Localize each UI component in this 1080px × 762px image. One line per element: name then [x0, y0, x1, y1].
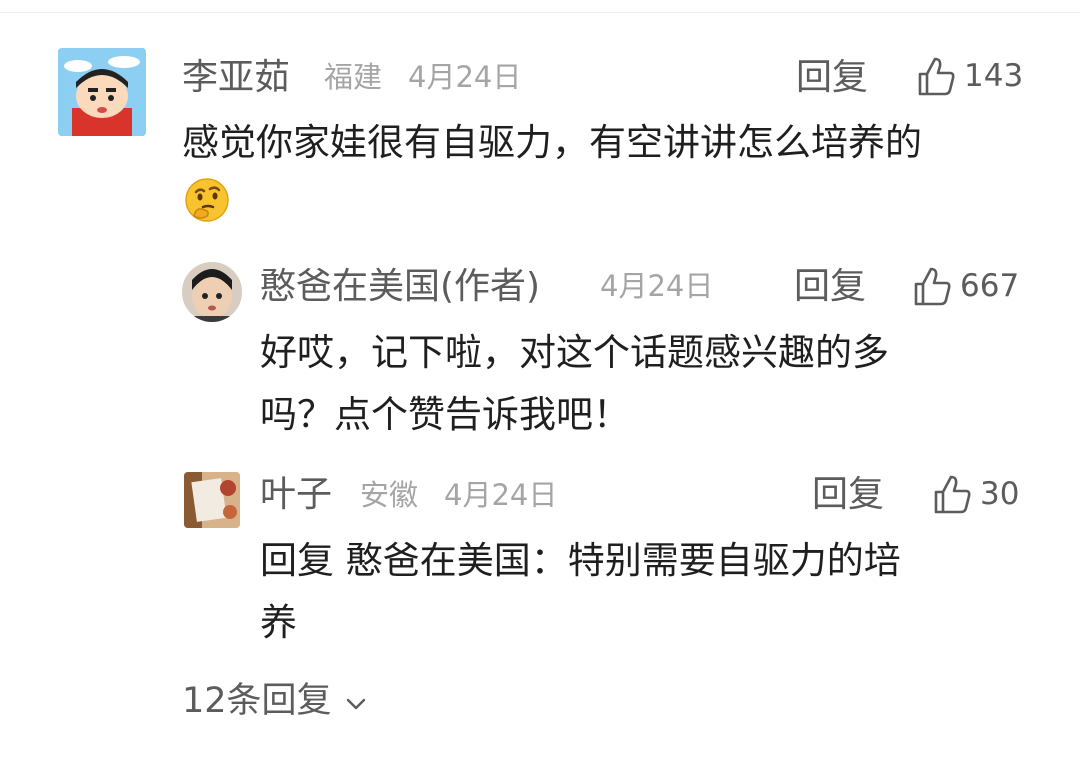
reply-username[interactable]: 憨爸在美国(作者) [260, 269, 540, 305]
reply-button[interactable]: 回复 [812, 477, 884, 513]
reply-date: 4月24日 [444, 478, 558, 512]
reply-username[interactable]: 叶子 [260, 477, 332, 513]
child-photo-avatar [182, 262, 242, 322]
reply-button[interactable]: 回复 [796, 60, 868, 96]
comment-text: 感觉你家娃很有自驱力，有空讲讲怎么培养的 [182, 121, 922, 164]
user-avatar[interactable] [58, 48, 146, 136]
top-divider [0, 0, 1080, 13]
like-button[interactable]: 143 [914, 54, 1023, 98]
author-avatar[interactable] [182, 262, 242, 322]
like-count: 30 [980, 475, 1020, 512]
like-count: 667 [960, 267, 1020, 304]
thumbs-up-icon [914, 267, 951, 306]
comment-date: 4月24日 [408, 60, 522, 94]
reply-location: 安徽 [360, 478, 419, 512]
more-replies-button[interactable]: 12条回复 [182, 684, 370, 719]
chevron-down-icon [346, 698, 365, 709]
comment-location: 福建 [324, 60, 383, 94]
more-replies-label: 12条回复 [182, 681, 332, 721]
comment-username[interactable]: 李亚茹 [182, 60, 290, 96]
cartoon-avatar-image [58, 48, 146, 136]
reply-text-line2: 吗？点个赞告诉我吧！ [260, 393, 630, 436]
like-count: 143 [964, 57, 1024, 94]
user-avatar[interactable] [184, 472, 240, 528]
like-button[interactable]: 667 [910, 264, 1019, 308]
thumbs-up-icon [918, 57, 955, 96]
reply-button[interactable]: 回复 [794, 269, 866, 305]
reply-date: 4月24日 [600, 269, 714, 303]
thumbs-up-icon [934, 475, 971, 514]
like-button[interactable]: 30 [930, 472, 1019, 516]
photo-avatar [184, 472, 240, 528]
reply-text-line1: 回复 憨爸在美国：特别需要自驱力的培 [260, 539, 901, 582]
reply-text-line1: 好哎，记下啦，对这个话题感兴趣的多 [260, 331, 889, 374]
thinking-face-emoji [183, 176, 231, 228]
reply-text-line2: 养 [260, 601, 297, 644]
